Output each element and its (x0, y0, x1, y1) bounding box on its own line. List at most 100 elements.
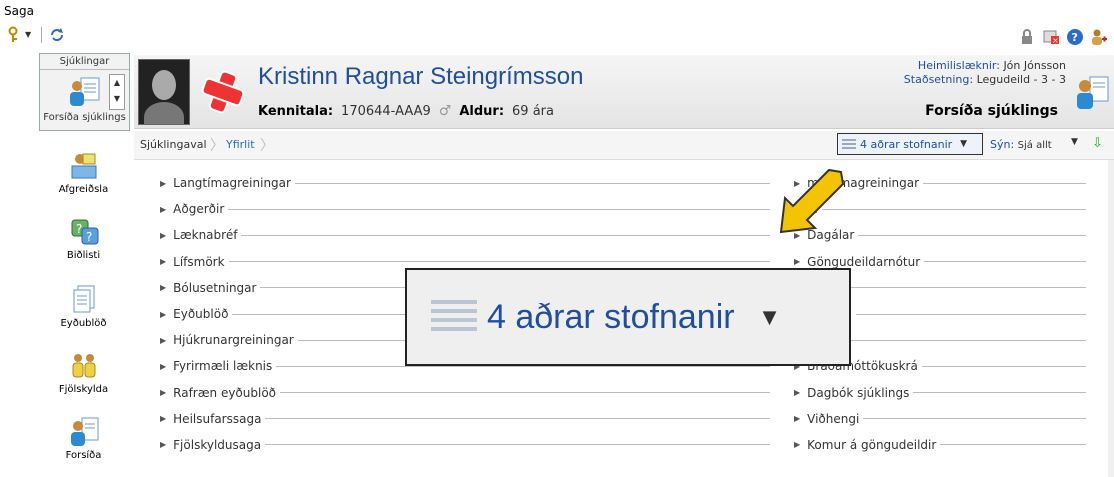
list-item-label: Lífsmörk (173, 254, 225, 269)
page-title: Forsíða sjúklings (925, 103, 1058, 119)
sidebar-item-label: Eyðublöð (60, 318, 107, 329)
list-item[interactable]: ▶ Aðgerðir (160, 196, 782, 222)
location-label: Staðsetning: (903, 73, 974, 86)
divider (228, 208, 770, 210)
sidebar-item-afgreidsla[interactable]: Afgreiðsla (39, 150, 128, 195)
divider (241, 234, 770, 236)
age-label: Aldur: (459, 103, 505, 119)
expand-triangle-icon[interactable]: ▶ (794, 257, 800, 266)
chevron-down-icon: ▼ (762, 306, 777, 328)
divider (923, 182, 1086, 184)
user-add-icon[interactable] (1090, 28, 1108, 46)
expand-triangle-icon[interactable]: ▶ (794, 414, 800, 423)
expand-triangle-icon[interactable]: ▶ (160, 310, 166, 319)
sidebar-item-bidlisti[interactable]: ?? Biðlisti (39, 216, 128, 261)
breadcrumb: Sjúklingaval 〉 Yfirlit 〉 4 aðrar stofnan… (134, 131, 1114, 160)
cover-icon (68, 416, 100, 448)
app-title: Saga (4, 4, 34, 18)
divider (940, 444, 1086, 446)
help-icon[interactable]: ? (1066, 28, 1084, 46)
list-item[interactable]: ▶ Heilsufarssaga (160, 406, 782, 432)
expand-triangle-icon[interactable]: ▶ (160, 205, 166, 214)
divider (811, 287, 1086, 289)
expand-triangle-icon[interactable]: ▶ (794, 440, 800, 449)
list-item-label: Fyrirmæli læknis (173, 359, 273, 374)
reception-icon (68, 150, 100, 182)
medical-alert-icon[interactable] (200, 69, 246, 115)
doctor-value: Jón Jónsson (1003, 59, 1066, 72)
lock-icon[interactable] (1018, 28, 1036, 46)
toolbar: ▼ × ? (0, 24, 1114, 50)
expand-triangle-icon[interactable]: ▶ (160, 179, 166, 188)
forms-icon (68, 284, 100, 316)
view-label: Sýn: (990, 138, 1015, 151)
gender-icon: ♂ (438, 103, 452, 119)
expand-triangle-icon[interactable]: ▶ (160, 362, 166, 371)
expand-triangle-icon[interactable]: ▶ (160, 440, 166, 449)
sidebar-spinner[interactable]: ▲ ▼ (109, 74, 125, 110)
expand-triangle-icon[interactable]: ▶ (160, 336, 166, 345)
patient-card-icon (67, 76, 101, 108)
list-item-label: Hjúkrunargreiningar (173, 333, 294, 348)
chevron-down-icon[interactable]: ▼ (25, 26, 35, 44)
location-value: Legudeild - 3 - 3 (976, 73, 1066, 86)
svg-text:?: ? (86, 230, 92, 244)
breadcrumb-item-sjuklingaval[interactable]: Sjúklingaval (140, 138, 207, 151)
list-item-label: Bólusetningar (173, 280, 257, 295)
refresh-icon[interactable] (48, 26, 66, 44)
sidebar-item-label: Fjölskylda (58, 384, 109, 395)
list-item[interactable]: ▶ Læknabréf (160, 222, 782, 248)
patient-card-icon (1074, 73, 1110, 111)
list-lines-icon (431, 300, 477, 334)
age-value: 69 ára (512, 103, 554, 119)
list-item-label: Aðgerðir (173, 202, 225, 217)
zoom-callout: 4 aðrar stofnanir ▼ (405, 268, 851, 366)
expand-triangle-icon[interactable]: ▶ (160, 231, 166, 240)
patient-header: Kristinn Ragnar Steingrímsson Kennitala:… (134, 55, 1114, 129)
expand-triangle-icon[interactable]: ▶ (160, 257, 166, 266)
add-icon[interactable]: ⇩ (1092, 136, 1103, 151)
list-item[interactable]: ▶ Komur á göngudeildir (794, 432, 1086, 458)
key-icon[interactable] (4, 26, 22, 44)
svg-text:?: ? (1072, 31, 1078, 44)
expand-triangle-icon[interactable]: ▶ (160, 283, 166, 292)
sidebar-item-eydublod[interactable]: Eyðublöð (39, 284, 128, 329)
list-item-label: Rafræn eyðublöð (173, 385, 277, 400)
divider (228, 261, 770, 263)
list-item-label: Komur á göngudeildir (807, 437, 937, 452)
divider (924, 261, 1086, 263)
list-item-label: Læknabréf (173, 228, 238, 243)
chevron-down-icon[interactable]: ▼ (1071, 137, 1078, 147)
view-value: Sjá allt (1017, 140, 1052, 151)
list-item[interactable]: ▶ Rafræn eyðublöð (160, 380, 782, 406)
divider (265, 418, 770, 420)
expand-triangle-icon[interactable]: ▶ (160, 414, 166, 423)
list-item-label: Langtímagreiningar (173, 176, 291, 191)
divider (811, 339, 1086, 341)
list-item[interactable]: ▶ Dagbók sjúklings (794, 380, 1086, 406)
sidebar-header-title: Sjúklingar (40, 56, 129, 70)
divider (855, 313, 1086, 315)
sidebar-item-fjolskylda[interactable]: Fjölskylda (39, 350, 128, 395)
divider (822, 208, 1086, 210)
divider (280, 392, 770, 394)
list-item[interactable]: ▶ Fjölskyldusaga (160, 432, 782, 458)
list-item[interactable]: ▶ Viðhengi (794, 406, 1086, 432)
expand-triangle-icon[interactable]: ▶ (794, 388, 800, 397)
kennitala-value: 170644-AAA9 (341, 103, 431, 119)
breadcrumb-separator-icon: 〉 (210, 138, 224, 154)
institutions-dropdown[interactable]: 4 aðrar stofnanir ▼ (837, 133, 983, 155)
list-item-label: Eyðublöð (173, 307, 229, 322)
view-selector[interactable]: Sýn: Sjá allt (990, 138, 1052, 151)
list-item[interactable]: ▶ Langtímagreiningar (160, 170, 782, 196)
sidebar-item-label: Afgreiðsla (58, 184, 109, 195)
exit-icon[interactable]: × (1042, 28, 1060, 46)
breadcrumb-separator-icon: 〉 (260, 138, 274, 154)
scrollbar[interactable] (1108, 160, 1114, 477)
breadcrumb-item-yfirlit[interactable]: Yfirlit (226, 138, 255, 151)
expand-triangle-icon[interactable]: ▶ (160, 388, 166, 397)
list-item-label: Dagbók sjúklings (807, 385, 910, 400)
sidebar-item-forsida[interactable]: Forsíða (39, 416, 128, 461)
kennitala-label: Kennitala: (258, 103, 334, 119)
sidebar-patient-header[interactable]: Sjúklingar ▲ ▼ Forsíða sjúklings (39, 53, 130, 131)
